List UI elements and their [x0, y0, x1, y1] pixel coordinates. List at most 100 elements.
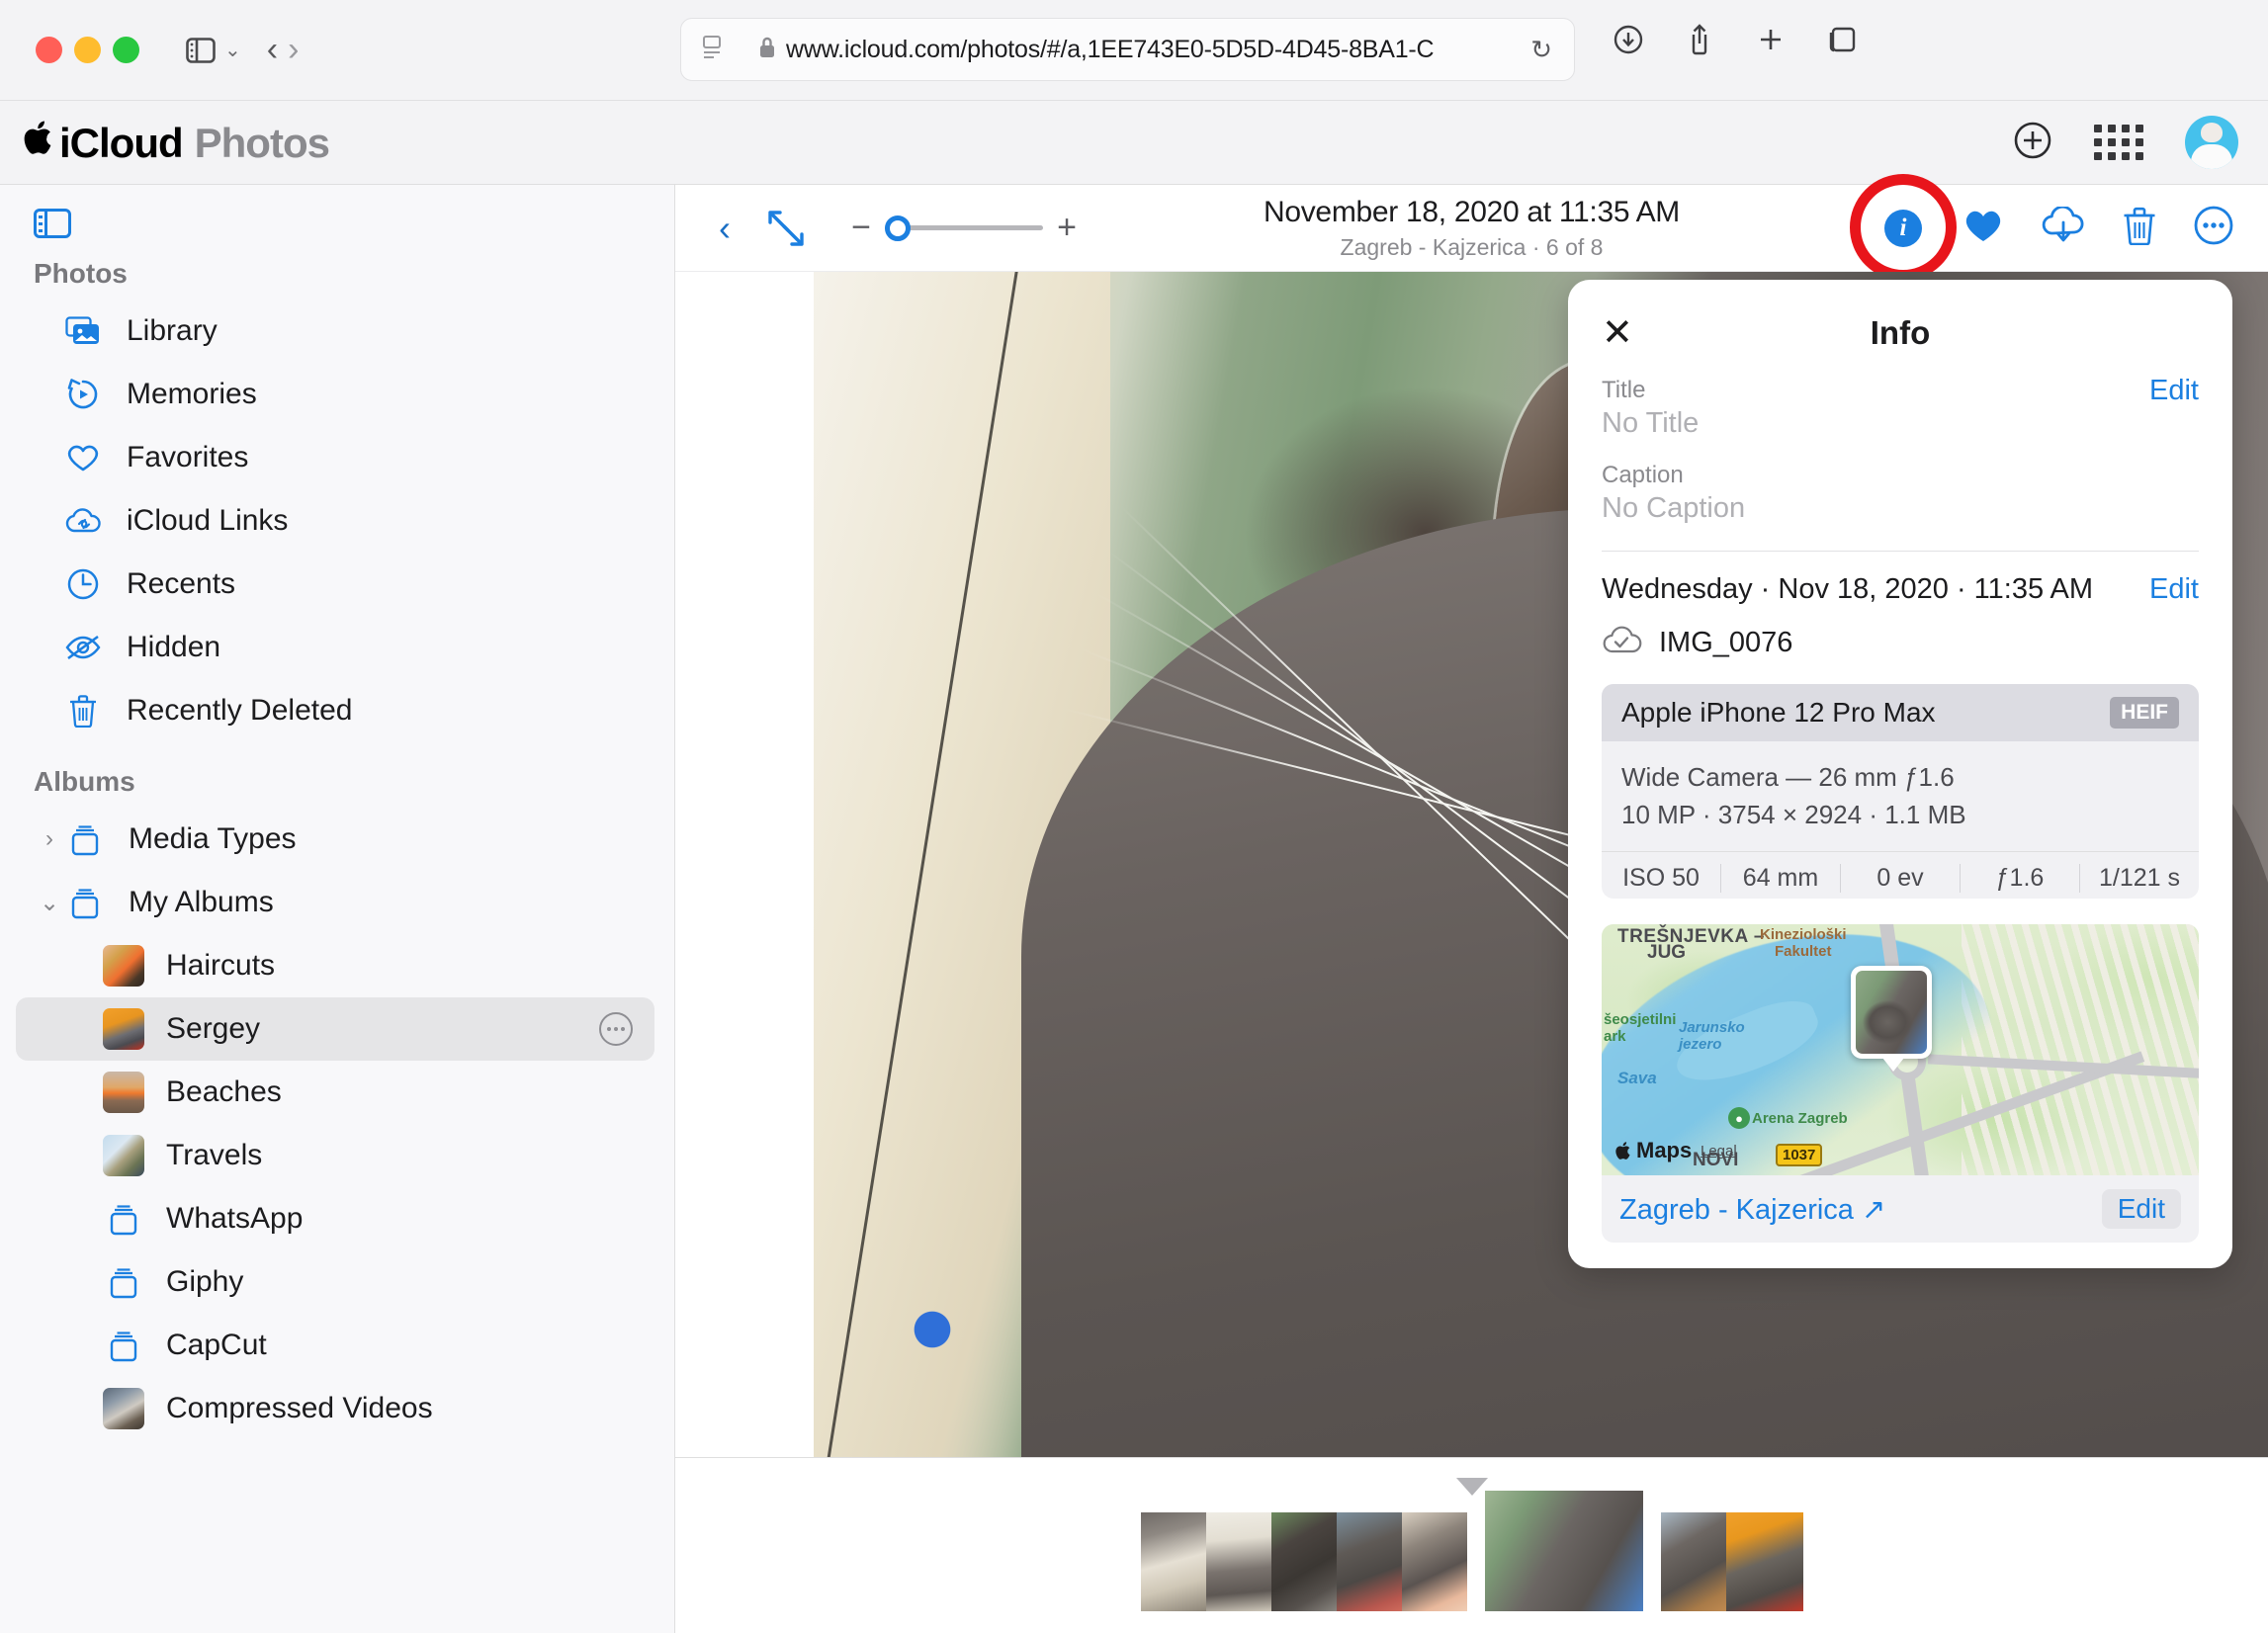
- downloads-icon[interactable]: [1607, 18, 1650, 61]
- photo-date-text: Wednesday · Nov 18, 2020 · 11:35 AM: [1602, 573, 2094, 605]
- viewer-toolbar: ‹ − + November 18, 2020 at 11:35 AM Zagr…: [675, 173, 2268, 281]
- viewer-toolbar-left: ‹ − +: [703, 207, 1087, 250]
- sidebar-album-label: Sergey: [166, 1012, 261, 1045]
- map-footer: Zagreb - Kajzerica ↗ Edit: [1602, 1175, 2199, 1243]
- filmstrip-thumb[interactable]: [1725, 1512, 1803, 1611]
- sidebar-album-beaches[interactable]: Beaches: [16, 1061, 654, 1124]
- map-photo-pin[interactable]: [1851, 966, 1932, 1072]
- map-legal-link[interactable]: Legal: [1701, 1143, 1737, 1160]
- apple-logo-icon: [24, 118, 57, 164]
- zoom-slider-knob[interactable]: [885, 215, 911, 241]
- caption-field-value[interactable]: No Caption: [1602, 492, 2199, 525]
- sidebar-album-label: Beaches: [166, 1075, 282, 1108]
- minimize-window-button[interactable]: [74, 37, 101, 63]
- sidebar-item-hidden[interactable]: Hidden: [16, 616, 654, 679]
- browser-sidebar-toggle-icon[interactable]: [179, 29, 222, 72]
- sidebar-toggle-button[interactable]: [0, 199, 674, 252]
- browser-forward-button[interactable]: ›: [288, 31, 299, 69]
- sidebar-toggle-icon: [34, 209, 71, 238]
- sidebar-album-travels[interactable]: Travels: [16, 1124, 654, 1187]
- fullscreen-icon[interactable]: [760, 207, 812, 250]
- sidebar-album-label: Haircuts: [166, 949, 276, 982]
- filmstrip-thumb[interactable]: [1401, 1512, 1467, 1611]
- sidebar-item-library[interactable]: Library: [16, 300, 654, 363]
- sidebar-album-whatsapp[interactable]: WhatsApp: [16, 1187, 654, 1250]
- sidebar-item-icloud-links[interactable]: iCloud Links: [16, 489, 654, 553]
- map-image[interactable]: TREŠNJEVKA – JUG Kineziološki Fakultet š…: [1602, 924, 2199, 1175]
- add-button[interactable]: [2013, 121, 2052, 165]
- filmstrip-thumb-current[interactable]: [1484, 1491, 1643, 1611]
- map-label-sava: Sava: [1617, 1069, 1657, 1087]
- tab-overview-icon[interactable]: [1820, 18, 1864, 61]
- photo-filename: IMG_0076: [1659, 627, 1793, 658]
- location-link[interactable]: Zagreb - Kajzerica ↗: [1619, 1192, 1885, 1227]
- sidebar-item-label: Library: [127, 314, 218, 347]
- map-label-jug: JUG: [1647, 942, 1687, 963]
- more-options-button[interactable]: [2193, 205, 2234, 251]
- sidebar-album-label: Giphy: [166, 1265, 244, 1298]
- filmstrip-thumb[interactable]: [1140, 1512, 1206, 1611]
- filmstrip-thumb[interactable]: [1205, 1512, 1271, 1611]
- favorite-button[interactable]: [1962, 206, 2005, 250]
- filmstrip-thumb[interactable]: [1660, 1512, 1726, 1611]
- sidebar-item-label: Hidden: [127, 631, 221, 663]
- edit-location-button[interactable]: Edit: [2101, 1189, 2181, 1229]
- close-window-button[interactable]: [36, 37, 62, 63]
- viewer-toolbar-right: i: [1850, 173, 2234, 281]
- sidebar-group-my-albums[interactable]: ⌄ My Albums: [16, 871, 654, 934]
- sidebar-item-label: Recents: [127, 567, 236, 600]
- sidebar-item-recently-deleted[interactable]: Recently Deleted: [16, 679, 654, 742]
- delete-button[interactable]: [2122, 206, 2157, 250]
- sidebar-album-giphy[interactable]: Giphy: [16, 1250, 654, 1314]
- filmstrip-thumb[interactable]: [1336, 1512, 1402, 1611]
- exif-card: Apple iPhone 12 Pro Max HEIF Wide Camera…: [1602, 684, 2199, 899]
- info-button[interactable]: i: [1850, 173, 1957, 281]
- sidebar-item-memories[interactable]: Memories: [16, 363, 654, 426]
- zoom-out-button[interactable]: −: [841, 209, 881, 248]
- sidebar-album-sergey[interactable]: Sergey: [16, 997, 654, 1061]
- sidebar-album-label: WhatsApp: [166, 1202, 304, 1235]
- map-label-park: šeosjetilni ark: [1604, 1011, 1677, 1046]
- reload-icon[interactable]: ↻: [1530, 35, 1552, 65]
- brand-photos-text: Photos: [194, 120, 330, 166]
- share-icon[interactable]: [1678, 18, 1721, 61]
- maximize-window-button[interactable]: [113, 37, 139, 63]
- edit-title-button[interactable]: Edit: [2149, 375, 2199, 407]
- app-brand: iCloud Photos: [24, 118, 330, 167]
- album-more-options-icon[interactable]: [599, 1012, 633, 1046]
- cloud-link-icon: [61, 501, 105, 541]
- address-bar[interactable]: www.icloud.com/photos/#/a,1EE743E0-5D5D-…: [680, 18, 1575, 81]
- zoom-control[interactable]: − +: [841, 209, 1087, 248]
- avatar[interactable]: [2185, 116, 2238, 169]
- download-button[interactable]: [2041, 205, 2086, 249]
- new-tab-icon[interactable]: [1749, 18, 1792, 61]
- browser-back-button[interactable]: ‹: [267, 31, 278, 69]
- reader-view-icon[interactable]: [703, 35, 725, 64]
- browser-toolbar-right: [1607, 18, 1864, 61]
- zoom-slider[interactable]: [885, 209, 1043, 248]
- sidebar: Photos Library Memories Favorites iCloud…: [0, 185, 675, 1633]
- sidebar-group-label: My Albums: [129, 886, 274, 918]
- sidebar-item-favorites[interactable]: Favorites: [16, 426, 654, 489]
- apple-maps-logo: Maps: [1615, 1138, 1692, 1163]
- sidebar-group-media-types[interactable]: › Media Types: [16, 808, 654, 871]
- sidebar-album-haircuts[interactable]: Haircuts: [16, 934, 654, 997]
- chevron-down-icon[interactable]: ⌄: [224, 38, 241, 62]
- map-label-jarunsko-jezero: Jarunsko jezero: [1679, 1019, 1745, 1054]
- back-button[interactable]: ‹: [703, 207, 746, 250]
- current-photo-caret-icon: [1455, 1478, 1488, 1496]
- app-launcher-grid-icon[interactable]: [2094, 125, 2143, 160]
- close-icon[interactable]: ✕: [1602, 314, 1645, 352]
- sidebar-item-recents[interactable]: Recents: [16, 553, 654, 616]
- window-controls: [36, 37, 139, 63]
- title-field-value[interactable]: No Title: [1602, 407, 2199, 440]
- edit-date-button[interactable]: Edit: [2149, 573, 2199, 606]
- zoom-in-button[interactable]: +: [1047, 209, 1087, 248]
- chevron-right-icon[interactable]: ›: [36, 825, 63, 853]
- sidebar-album-capcut[interactable]: CapCut: [16, 1314, 654, 1377]
- album-thumbnail: [103, 1388, 144, 1429]
- exif-stat-iso: ISO 50: [1602, 864, 1721, 893]
- filmstrip-thumb[interactable]: [1270, 1512, 1337, 1611]
- chevron-down-icon[interactable]: ⌄: [36, 889, 63, 917]
- sidebar-album-compressed-videos[interactable]: Compressed Videos: [16, 1377, 654, 1440]
